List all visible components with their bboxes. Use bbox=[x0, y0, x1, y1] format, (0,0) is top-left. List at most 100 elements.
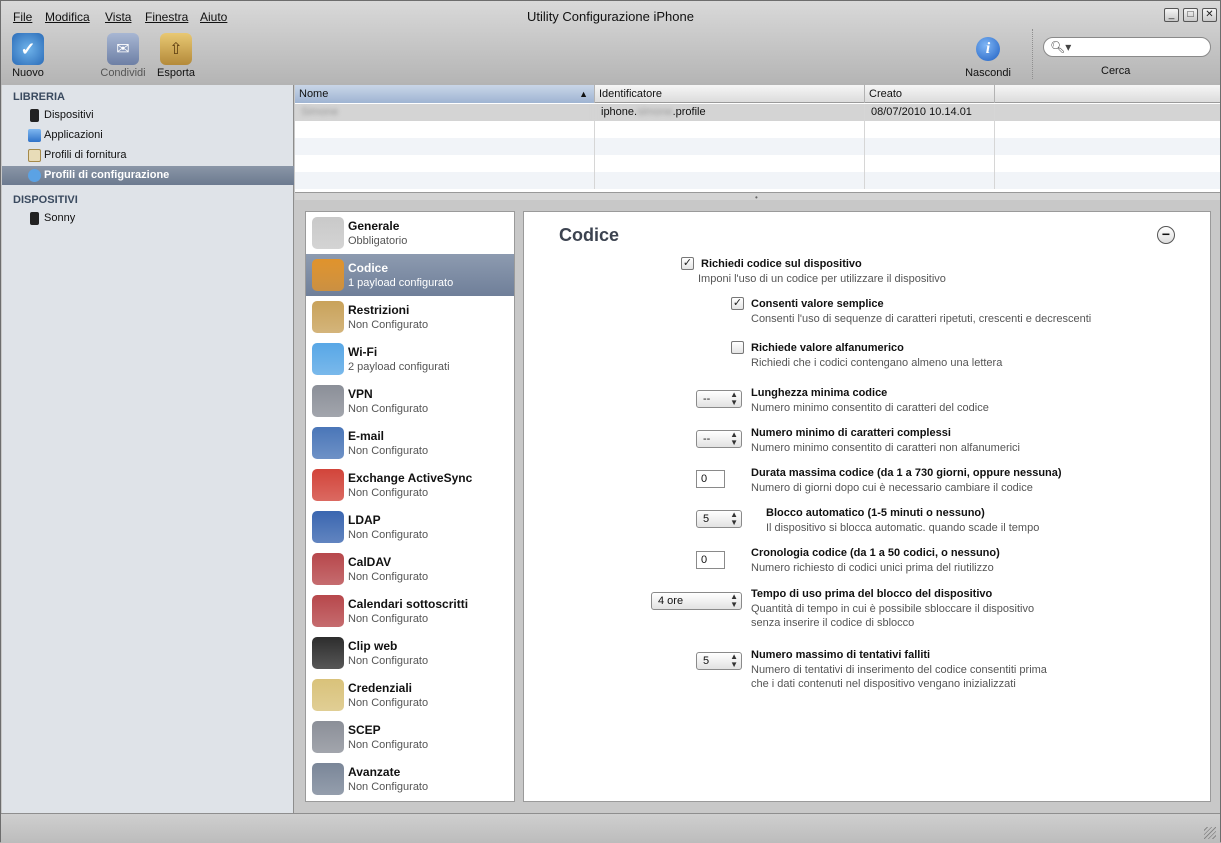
select-lunghezza[interactable]: -- ▲ ▼ bbox=[696, 390, 742, 408]
payload-name: Avanzate bbox=[348, 765, 401, 779]
payload-item-ldap[interactable]: LDAP Non Configurato bbox=[306, 506, 514, 548]
payload-status: Non Configurato bbox=[348, 655, 429, 667]
sidebar-item-applications[interactable]: Applicazioni bbox=[2, 126, 294, 145]
payload-item-clip-web[interactable]: Clip web Non Configurato bbox=[306, 632, 514, 674]
share-button[interactable]: ✉ Condividi bbox=[99, 33, 147, 79]
label-tentativi: Numero massimo di tentativi falliti bbox=[751, 649, 931, 661]
sidebar-item-device-sonny[interactable]: Sonny bbox=[2, 209, 294, 228]
payload-item-calendari-sottoscritti[interactable]: Calendari sottoscritti Non Configurato bbox=[306, 590, 514, 632]
search-input[interactable]: 🔍︎▾ bbox=[1043, 37, 1211, 57]
label-blocco: Blocco automatico (1-5 minuti o nessuno) bbox=[766, 507, 985, 519]
sub-tempo-2: senza inserire il codice di sblocco bbox=[751, 617, 915, 629]
checkbox-semplice[interactable]: ✓ bbox=[731, 297, 744, 310]
payload-name: E-mail bbox=[348, 429, 385, 443]
share-icon: ✉ bbox=[107, 33, 139, 65]
new-profile-icon: ✓ bbox=[12, 33, 44, 65]
certificate-icon bbox=[312, 679, 344, 711]
resize-grip-icon[interactable] bbox=[1204, 827, 1216, 839]
caldav-icon bbox=[312, 553, 344, 585]
payload-status: 2 payload configurati bbox=[348, 361, 450, 373]
sidebar: LIBRERIA Dispositivi Applicazioni Profil… bbox=[2, 85, 294, 813]
select-blocco[interactable]: 5 ▲ ▼ bbox=[696, 510, 742, 528]
payload-name: Restrizioni bbox=[348, 303, 410, 317]
sub-complessi: Numero minimo consentito di caratteri no… bbox=[751, 442, 1021, 454]
pane-splitter[interactable]: • bbox=[295, 192, 1220, 202]
column-nome[interactable]: Nome ▲ bbox=[295, 85, 595, 103]
scep-icon bbox=[312, 721, 344, 753]
select-complessi[interactable]: -- ▲ ▼ bbox=[696, 430, 742, 448]
sub-alfanumerico: Richiedi che i codici contengano almeno … bbox=[751, 357, 1003, 369]
payload-item-scep[interactable]: SCEP Non Configurato bbox=[306, 716, 514, 758]
new-button[interactable]: ✓ Nuovo bbox=[9, 33, 47, 79]
app-window: File Modifica Vista Finestra Aiuto Utili… bbox=[0, 0, 1221, 843]
email-icon bbox=[312, 427, 344, 459]
payload-name: Wi-Fi bbox=[348, 345, 378, 359]
sidebar-item-devices[interactable]: Dispositivi bbox=[2, 106, 294, 125]
wifi-icon bbox=[312, 343, 344, 375]
payload-item-generale[interactable]: Generale Obbligatorio bbox=[306, 212, 514, 254]
payload-status: Non Configurato bbox=[348, 445, 429, 457]
select-tentativi[interactable]: 5 ▲ ▼ bbox=[696, 652, 742, 670]
payload-name: Clip web bbox=[348, 639, 398, 653]
stepper-icon: ▲ ▼ bbox=[730, 390, 738, 407]
export-button[interactable]: ⇧ Esporta bbox=[155, 33, 197, 79]
minimize-button[interactable]: _ bbox=[1164, 8, 1179, 22]
checkbox-richiedi[interactable]: ✓ bbox=[681, 257, 694, 270]
column-creato[interactable]: Creato bbox=[865, 85, 995, 103]
config-profile-icon bbox=[28, 169, 41, 182]
sidebar-item-configuration-profiles[interactable]: Profili di configurazione bbox=[2, 166, 294, 185]
payload-item-wi-fi[interactable]: Wi-Fi 2 payload configurati bbox=[306, 338, 514, 380]
sub-durata: Numero di giorni dopo cui è necessario c… bbox=[751, 482, 1033, 494]
payload-name: Credenziali bbox=[348, 681, 413, 695]
table-row-empty bbox=[295, 172, 1220, 189]
sub-lunghezza: Numero minimo consentito di caratteri de… bbox=[751, 402, 989, 414]
payload-item-credenziali[interactable]: Credenziali Non Configurato bbox=[306, 674, 514, 716]
payload-item-avanzate[interactable]: Avanzate Non Configurato bbox=[306, 758, 514, 800]
maximize-button[interactable]: □ bbox=[1183, 8, 1198, 22]
payload-status: Obbligatorio bbox=[348, 235, 408, 247]
payload-item-vpn[interactable]: VPN Non Configurato bbox=[306, 380, 514, 422]
sub-semplice: Consenti l'uso di sequenze di caratteri … bbox=[751, 313, 1092, 325]
payload-item-exchange-activesync[interactable]: Exchange ActiveSync Non Configurato bbox=[306, 464, 514, 506]
label-tempo: Tempo di uso prima del blocco del dispos… bbox=[751, 588, 993, 600]
subscribed-calendar-icon bbox=[312, 595, 344, 627]
payload-status: Non Configurato bbox=[348, 319, 429, 331]
payload-status: Non Configurato bbox=[348, 697, 429, 709]
table-row[interactable]: Simone iphone.simone.profile 08/07/2010 … bbox=[295, 104, 1220, 121]
payload-item-codice[interactable]: Codice 1 payload configurato bbox=[306, 254, 514, 296]
stepper-icon: ▲ ▼ bbox=[730, 652, 738, 669]
input-durata[interactable]: 0 bbox=[696, 470, 725, 488]
menu-bar: File Modifica Vista Finestra Aiuto Utili… bbox=[1, 1, 1220, 31]
column-identificatore[interactable]: Identificatore bbox=[595, 85, 865, 103]
sub-tentativi-2: che i dati contenuti nel dispositivo ven… bbox=[751, 678, 1016, 690]
ldap-icon bbox=[312, 511, 344, 543]
collapse-button[interactable]: − bbox=[1157, 226, 1175, 244]
devices-header: DISPOSITIVI bbox=[13, 194, 78, 206]
provisioning-icon bbox=[28, 149, 41, 162]
select-tempo[interactable]: 4 ore ▲ ▼ bbox=[651, 592, 742, 610]
payload-status: Non Configurato bbox=[348, 739, 429, 751]
label-cronologia: Cronologia codice (da 1 a 50 codici, o n… bbox=[751, 547, 1000, 559]
payload-item-restrizioni[interactable]: Restrizioni Non Configurato bbox=[306, 296, 514, 338]
payload-name: SCEP bbox=[348, 723, 381, 737]
stepper-icon: ▲ ▼ bbox=[730, 510, 738, 527]
cell-nome: Simone bbox=[295, 104, 595, 121]
close-button[interactable]: ✕ bbox=[1202, 8, 1217, 22]
payload-name: Codice bbox=[348, 261, 389, 275]
vpn-lock-icon bbox=[312, 385, 344, 417]
checkbox-alfanumerico[interactable] bbox=[731, 341, 744, 354]
payload-item-e-mail[interactable]: E-mail Non Configurato bbox=[306, 422, 514, 464]
input-cronologia[interactable]: 0 bbox=[696, 551, 725, 569]
payload-name: CalDAV bbox=[348, 555, 392, 569]
sidebar-item-label: Applicazioni bbox=[44, 129, 103, 141]
payload-status: Non Configurato bbox=[348, 613, 429, 625]
share-label: Condividi bbox=[100, 67, 146, 79]
label-alfanumerico: Richiede valore alfanumerico bbox=[751, 342, 904, 354]
sub-richiedi: Imponi l'uso di un codice per utilizzare… bbox=[698, 273, 946, 285]
label-lunghezza: Lunghezza minima codice bbox=[751, 387, 888, 399]
payload-item-caldav[interactable]: CalDAV Non Configurato bbox=[306, 548, 514, 590]
stepper-icon: ▲ ▼ bbox=[730, 592, 738, 609]
sidebar-item-label: Dispositivi bbox=[44, 109, 94, 121]
hide-button[interactable]: i Nascondi bbox=[963, 33, 1013, 79]
sidebar-item-provisioning[interactable]: Profili di fornitura bbox=[2, 146, 294, 165]
